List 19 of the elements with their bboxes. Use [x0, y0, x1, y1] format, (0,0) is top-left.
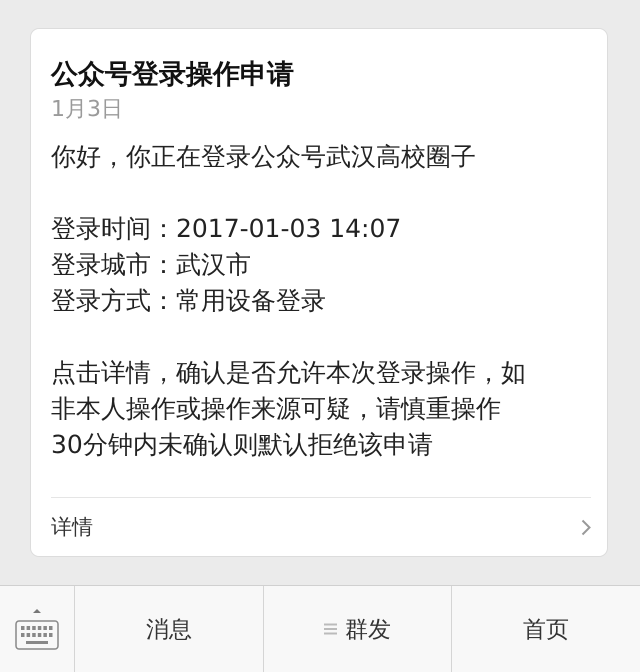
details-link[interactable]: 详情 [51, 513, 93, 541]
menu-tab[interactable]: 群发 [264, 586, 452, 672]
notice-text: 点击详情，确认是否允许本次登录操作，如 [51, 357, 527, 389]
field-label: 登录时间： [51, 213, 176, 245]
menu-tab[interactable]: 首页 [452, 586, 640, 672]
keyboard-icon [15, 606, 59, 652]
message-date: 1月3日 [51, 96, 124, 124]
greeting-text: 你好，你正在登录公众号武汉高校圈子 [51, 141, 477, 173]
notice-text: 30分钟内未确认则默认拒绝该申请 [51, 429, 434, 461]
field-value: 常用设备登录 [176, 285, 326, 317]
field-label: 登录方式： [51, 285, 176, 317]
field-label: 登录城市： [51, 249, 176, 281]
menu-icon [324, 623, 337, 635]
menu-tab[interactable]: 消息 [75, 586, 264, 672]
notice-text: 非本人操作或操作来源可疑，请慎重操作 [51, 393, 502, 425]
field-value: 2017-01-03 14:07 [176, 213, 402, 245]
chevron-right-icon [581, 518, 591, 536]
message-title: 公众号登录操作申请 [51, 58, 295, 92]
field-value: 武汉市 [176, 249, 251, 281]
